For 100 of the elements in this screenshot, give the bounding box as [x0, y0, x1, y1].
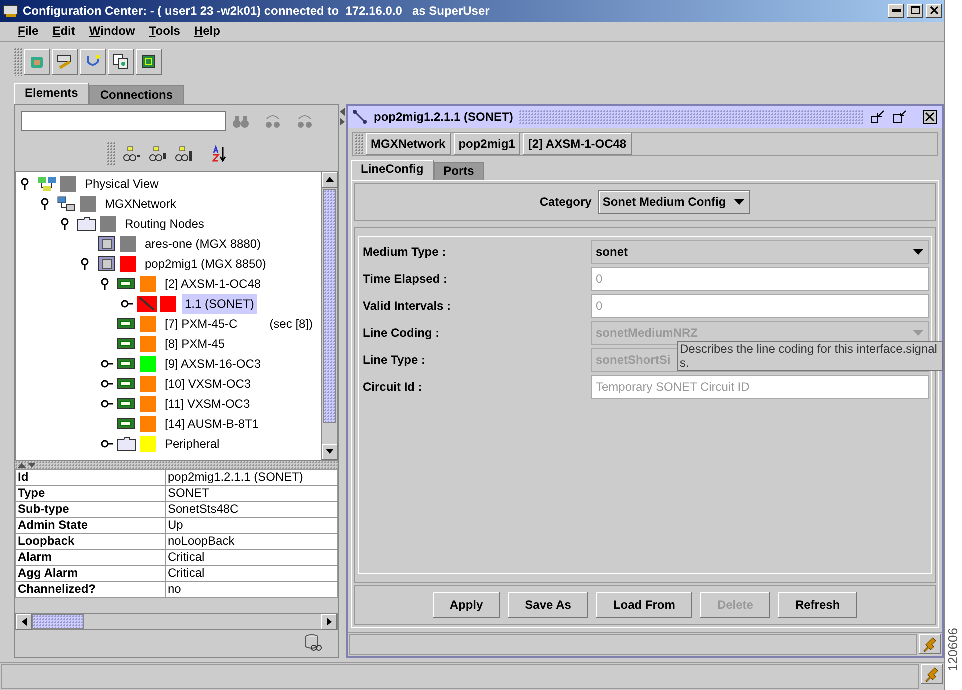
- frame-title: pop2mig1.2.1.1 (SONET): [374, 108, 514, 126]
- find-next-icon: [264, 112, 282, 129]
- close-button[interactable]: [926, 4, 942, 18]
- minimize-icon[interactable]: [871, 110, 885, 124]
- card-icon: [117, 316, 137, 332]
- tree-item[interactable]: [11] VXSM-OC3: [162, 394, 254, 414]
- hierarchy-icon: [57, 196, 77, 212]
- property-value: Critical: [166, 549, 338, 566]
- close-icon[interactable]: [923, 110, 937, 124]
- toolbar-grip[interactable]: [107, 142, 115, 166]
- scrollbar-thumb[interactable]: [32, 614, 84, 629]
- tree-item[interactable]: Physical View: [82, 174, 162, 194]
- filter-icon[interactable]: [175, 144, 193, 163]
- menu-item[interactable]: Help: [194, 22, 220, 40]
- tree-item[interactable]: 1.1 (SONET): [182, 294, 258, 314]
- sort-icon[interactable]: [211, 144, 229, 163]
- property-name: Alarm: [16, 549, 166, 566]
- filter-icon[interactable]: [149, 144, 167, 163]
- tab[interactable]: LineConfig: [351, 160, 434, 180]
- property-value: SonetSts48C: [166, 501, 338, 518]
- caret-icon: [913, 249, 924, 256]
- menu-item[interactable]: Edit: [52, 22, 76, 40]
- tooltip: Describes the line coding for this interface.signals.: [677, 340, 943, 371]
- category-dropdown[interactable]: Sonet Medium Config: [598, 190, 750, 214]
- toolbar-grip[interactable]: [14, 48, 22, 76]
- window-title: Configuration Center: - ( user1 23 -w2k01) connected to 172.16.0.0 as SuperUser: [23, 2, 491, 20]
- tab[interactable]: Ports: [434, 162, 484, 180]
- card-icon: [117, 416, 137, 432]
- field-label: Medium Type :: [362, 244, 448, 262]
- card-icon: [117, 336, 137, 352]
- card-icon: [117, 396, 137, 412]
- tree-item[interactable]: ares-one (MGX 8880): [142, 234, 264, 254]
- close-icon: [928, 5, 940, 16]
- action-button[interactable]: Apply: [432, 592, 500, 618]
- board-icon[interactable]: [140, 52, 158, 71]
- scroll-left-button[interactable]: [16, 614, 32, 630]
- scroll-up-button[interactable]: [322, 172, 338, 188]
- tab[interactable]: Connections: [89, 84, 184, 104]
- tree-item[interactable]: pop2mig1 (MGX 8850): [142, 254, 270, 274]
- property-value: pop2mig1.2.1.1 (SONET): [166, 469, 338, 486]
- figure-number: 120606: [944, 627, 962, 674]
- breadcrumb-item[interactable]: pop2mig1: [454, 132, 520, 155]
- property-value: Up: [166, 517, 338, 534]
- up-arrow-icon: [326, 177, 334, 182]
- field-label: Time Elapsed :: [362, 271, 448, 288]
- property-name: Loopback: [16, 533, 166, 550]
- right-arrow-icon: [326, 618, 332, 626]
- tree-item[interactable]: MGXNetwork: [102, 194, 180, 214]
- property-value: Critical: [166, 565, 338, 582]
- maximize-button[interactable]: [907, 4, 923, 18]
- field-label: Circuit Id :: [362, 379, 424, 396]
- action-button[interactable]: Save As: [508, 592, 588, 618]
- horizontal-scrollbar[interactable]: [15, 612, 338, 630]
- tree-item[interactable]: [8] PXM-45: [162, 334, 228, 354]
- toolbar-grip[interactable]: [355, 134, 363, 154]
- card-icon: [117, 376, 137, 392]
- tree-item[interactable]: [2] AXSM-1-OC48: [162, 274, 264, 294]
- menu-item[interactable]: Tools: [149, 22, 180, 40]
- database-search-icon[interactable]: [304, 634, 322, 652]
- property-name: Agg Alarm: [16, 565, 166, 582]
- tree-item[interactable]: [14] AUSM-B-8T1: [162, 414, 262, 434]
- tab[interactable]: Elements: [14, 82, 90, 104]
- scrollbar-thumb[interactable]: [323, 188, 336, 423]
- field-label: Line Coding :: [362, 325, 441, 342]
- property-value: no: [166, 581, 338, 598]
- filter-icon[interactable]: [123, 144, 141, 163]
- folder-icon: [117, 436, 137, 452]
- tree-item[interactable]: [7] PXM-45-C: [162, 314, 241, 334]
- line-icon: [137, 296, 157, 312]
- tree-item-note: (sec [8]): [270, 316, 314, 333]
- tools-icon[interactable]: [56, 52, 74, 71]
- field-label: Category: [540, 194, 592, 211]
- action-button[interactable]: Load From: [596, 592, 692, 618]
- pin-icon[interactable]: [924, 666, 940, 682]
- tree-item[interactable]: Routing Nodes: [122, 214, 208, 234]
- scroll-right-button[interactable]: [321, 614, 338, 630]
- minimize-button[interactable]: [888, 4, 904, 18]
- scroll-down-button[interactable]: [322, 444, 338, 460]
- search-field[interactable]: [21, 110, 226, 131]
- pin-icon[interactable]: [922, 636, 938, 652]
- down-arrow-icon: [326, 449, 334, 454]
- breadcrumb-item[interactable]: [2] AXSM-1-OC48: [523, 132, 632, 155]
- property-name: Admin State: [16, 517, 166, 534]
- menu-item[interactable]: File: [18, 22, 39, 40]
- card-icon: [117, 276, 137, 292]
- tree-item[interactable]: [9] AXSM-16-OC3: [162, 354, 264, 374]
- breadcrumb-item[interactable]: MGXNetwork: [366, 132, 451, 155]
- action-button[interactable]: Refresh: [778, 592, 858, 618]
- property-name: Channelized?: [16, 581, 166, 598]
- restore-icon[interactable]: [893, 110, 907, 124]
- field-label: Valid Intervals :: [362, 298, 452, 316]
- find-previous-icon: [296, 112, 314, 129]
- property-name: Type: [16, 485, 166, 502]
- windows-icon[interactable]: [112, 52, 130, 71]
- dropdown[interactable]: sonet: [591, 240, 929, 264]
- menu-item[interactable]: Window: [89, 22, 136, 40]
- node-icon: [97, 236, 117, 252]
- property-name: Id: [16, 469, 166, 486]
- tree-item[interactable]: Peripheral: [162, 434, 223, 454]
- tree-item[interactable]: [10] VXSM-OC3: [162, 374, 254, 394]
